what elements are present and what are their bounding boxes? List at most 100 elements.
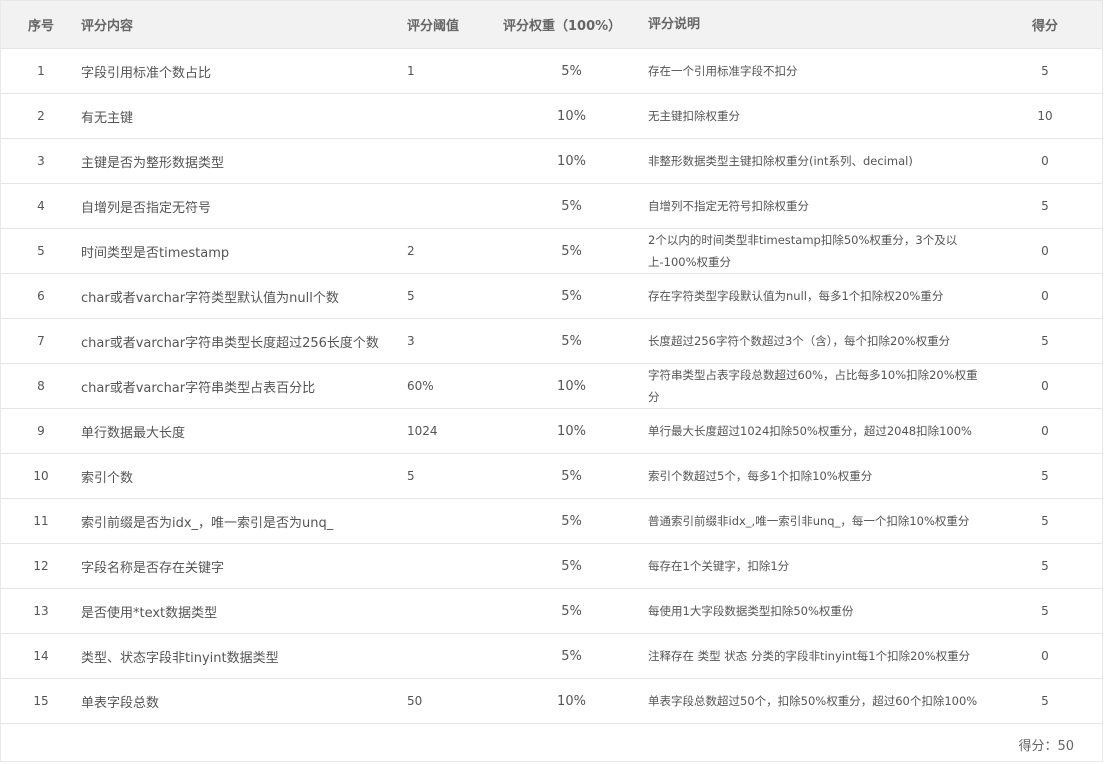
row-weight: 10% — [557, 378, 586, 394]
row-description: 索引个数超过5个，每多1个扣除10%权重分 — [648, 469, 873, 483]
row-content: 字段引用标准个数占比 — [81, 65, 212, 81]
table-header: 序号 评分内容 评分阈值 评分权重（100%） 评分说明 得分 — [1, 1, 1102, 48]
row-description: 字符串类型占表字段总数超过60%，占比每多10%扣除20%权重分 — [648, 368, 978, 404]
row-score: 5 — [1041, 199, 1049, 213]
table-row: 8 char或者varchar字符串类型占表百分比 60% 10% 字符串类型占表字段总… — [1, 363, 1102, 408]
header-description: 评分说明 — [648, 16, 701, 32]
row-index: 10 — [33, 469, 49, 483]
table-row: 9 单行数据最大长度 1024 10% 单行最大长度超过1024扣除50%权重分，超过2… — [1, 408, 1102, 453]
row-description: 长度超过256字符个数超过3个（含），每个扣除20%权重分 — [648, 334, 951, 348]
table-row: 15 单表字段总数 50 10% 单表字段总数超过50个，扣除50%权重分，超过60个扣… — [1, 678, 1102, 723]
row-description: 普通索引前缀非idx_,唯一索引非unq_，每一个扣除10%权重分 — [648, 514, 970, 528]
row-description: 无主键扣除权重分 — [648, 109, 740, 123]
row-index: 7 — [37, 334, 45, 348]
row-content: char或者varchar字符串类型占表百分比 — [81, 380, 316, 396]
row-score: 5 — [1041, 694, 1049, 708]
row-threshold: 1024 — [407, 424, 438, 438]
row-content: 字段名称是否存在关键字 — [81, 560, 225, 576]
row-threshold: 2 — [407, 244, 415, 258]
row-description: 每存在1个关键字，扣除1分 — [648, 559, 790, 573]
row-threshold: 50 — [407, 694, 423, 708]
row-index: 2 — [37, 109, 45, 123]
row-index: 5 — [37, 244, 45, 258]
row-content: 单行数据最大长度 — [81, 425, 186, 441]
row-weight: 10% — [557, 693, 586, 709]
row-threshold: 3 — [407, 334, 415, 348]
row-description: 注释存在 类型 状态 分类的字段非tinyint每1个扣除20%权重分 — [648, 649, 971, 663]
row-content: 时间类型是否timestamp — [81, 245, 230, 261]
row-score: 0 — [1041, 379, 1049, 393]
row-description: 存在字符类型字段默认值为null，每多1个扣除权20%重分 — [648, 289, 944, 303]
row-weight: 5% — [561, 468, 582, 484]
row-content: 自增列是否指定无符号 — [81, 200, 212, 216]
row-weight: 10% — [557, 153, 586, 169]
score-table: 序号 评分内容 评分阈值 评分权重（100%） 评分说明 得分 1 字段引用标准个… — [0, 0, 1103, 762]
table-row: 1 字段引用标准个数占比 1 5% 存在一个引用标准字段不扣分 5 — [1, 48, 1102, 93]
row-content: 是否使用*text数据类型 — [81, 605, 218, 621]
row-weight: 5% — [561, 513, 582, 529]
row-index: 12 — [33, 559, 49, 573]
row-index: 8 — [37, 379, 45, 393]
row-weight: 5% — [561, 558, 582, 574]
row-score: 10 — [1037, 109, 1053, 123]
row-content: 主键是否为整形数据类型 — [81, 155, 225, 171]
row-threshold: 5 — [407, 289, 415, 303]
table-row: 3 主键是否为整形数据类型 10% 非整形数据类型主键扣除权重分(int系列、deci… — [1, 138, 1102, 183]
row-description: 每使用1大字段数据类型扣除50%权重份 — [648, 604, 854, 618]
row-weight: 5% — [561, 243, 582, 259]
row-index: 11 — [33, 514, 49, 528]
row-index: 9 — [37, 424, 45, 438]
table-body: 1 字段引用标准个数占比 1 5% 存在一个引用标准字段不扣分 5 2 有无主键 10% 无主键扣… — [1, 48, 1102, 723]
row-score: 0 — [1041, 289, 1049, 303]
row-description: 非整形数据类型主键扣除权重分(int系列、decimal) — [648, 154, 913, 168]
row-weight: 5% — [561, 288, 582, 304]
row-score: 0 — [1041, 154, 1049, 168]
row-description: 单表字段总数超过50个，扣除50%权重分，超过60个扣除100% — [648, 694, 978, 708]
table-row: 12 字段名称是否存在关键字 5% 每存在1个关键字，扣除1分 5 — [1, 543, 1102, 588]
row-score: 5 — [1041, 469, 1049, 483]
row-weight: 5% — [561, 333, 582, 349]
table-row: 11 索引前缀是否为idx_，唯一索引是否为unq_ 5% 普通索引前缀非idx_,唯… — [1, 498, 1102, 543]
row-content: char或者varchar字符类型默认值为null个数 — [81, 290, 339, 306]
table-row: 10 索引个数 5 5% 索引个数超过5个，每多1个扣除10%权重分 5 — [1, 453, 1102, 498]
row-weight: 5% — [561, 198, 582, 214]
row-content: 索引个数 — [81, 470, 134, 486]
row-score: 5 — [1041, 559, 1049, 573]
row-score: 5 — [1041, 334, 1049, 348]
row-weight: 10% — [557, 423, 586, 439]
row-index: 14 — [33, 649, 49, 663]
row-content: char或者varchar字符串类型长度超过256长度个数 — [81, 335, 379, 351]
row-weight: 5% — [561, 648, 582, 664]
row-description: 自增列不指定无符号扣除权重分 — [648, 199, 809, 213]
row-threshold: 60% — [407, 379, 434, 393]
row-description: 单行最大长度超过1024扣除50%权重分，超过2048扣除100% — [648, 424, 972, 438]
row-description: 2个以内的时间类型非timestamp扣除50%权重分，3个及以上-100%权重… — [648, 233, 958, 269]
table-row: 5 时间类型是否timestamp 2 5% 2个以内的时间类型非timestamp扣除… — [1, 228, 1102, 273]
row-index: 4 — [37, 199, 45, 213]
row-index: 6 — [37, 289, 45, 303]
row-weight: 5% — [561, 603, 582, 619]
header-weight: 评分权重（100%） — [503, 19, 622, 34]
row-index: 13 — [33, 604, 49, 618]
header-content: 评分内容 — [81, 19, 134, 34]
table-row: 7 char或者varchar字符串类型长度超过256长度个数 3 5% 长度超过256… — [1, 318, 1102, 363]
row-score: 0 — [1041, 424, 1049, 438]
table-row: 2 有无主键 10% 无主键扣除权重分 10 — [1, 93, 1102, 138]
row-threshold: 5 — [407, 469, 415, 483]
total-score: 得分：50 — [1018, 738, 1074, 754]
row-score: 5 — [1041, 64, 1049, 78]
row-description: 存在一个引用标准字段不扣分 — [648, 64, 798, 78]
header-score: 得分 — [1031, 19, 1058, 34]
total-score-footer: 得分：50 — [1, 723, 1102, 764]
row-weight: 10% — [557, 108, 586, 124]
row-score: 5 — [1041, 604, 1049, 618]
header-index: 序号 — [27, 19, 54, 34]
row-score: 5 — [1041, 514, 1049, 528]
row-score: 0 — [1041, 649, 1049, 663]
row-index: 15 — [33, 694, 49, 708]
row-content: 索引前缀是否为idx_，唯一索引是否为unq_ — [81, 515, 334, 531]
table-row: 6 char或者varchar字符类型默认值为null个数 5 5% 存在字符类型字段默… — [1, 273, 1102, 318]
row-threshold: 1 — [407, 64, 415, 78]
row-score: 0 — [1041, 244, 1049, 258]
table-row: 14 类型、状态字段非tinyint数据类型 5% 注释存在 类型 状态 分类的字段非… — [1, 633, 1102, 678]
